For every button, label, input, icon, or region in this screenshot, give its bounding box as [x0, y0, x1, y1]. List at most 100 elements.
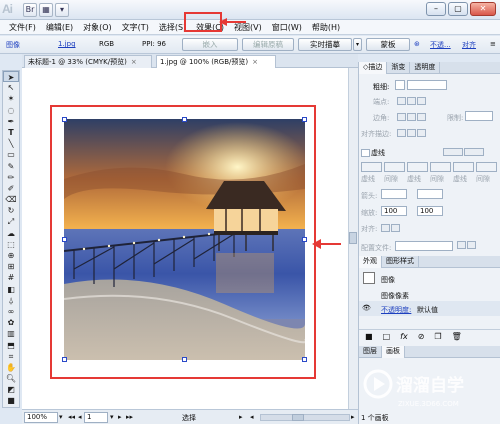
tab-gradient[interactable]: 渐变 [387, 62, 411, 74]
line-tool-icon[interactable]: ╲ [3, 138, 19, 149]
resize-handle[interactable] [302, 357, 307, 362]
resize-handle[interactable] [182, 117, 187, 122]
zoom-tool-icon[interactable]: 🔍︎ [3, 373, 19, 384]
live-trace-button[interactable]: 实时描摹 [298, 38, 352, 51]
scroll-left-icon[interactable]: ◂ [250, 413, 254, 421]
magic-wand-tool-icon[interactable]: ✶ [3, 93, 19, 104]
embed-button[interactable]: 嵌入 [182, 38, 238, 51]
type-tool-icon[interactable]: T [3, 127, 19, 138]
tab-layers[interactable]: 图层 [359, 346, 382, 358]
flip-buttons[interactable] [457, 240, 477, 249]
cap-buttons[interactable] [397, 96, 427, 105]
tab-graphic-styles[interactable]: 图形样式 [382, 256, 419, 268]
lasso-tool-icon[interactable]: ◌ [3, 105, 19, 116]
zoom-field[interactable]: 100% [24, 412, 58, 423]
selection-tool-icon[interactable]: ➤ [3, 71, 19, 83]
tab-stroke[interactable]: ◇描边 [359, 62, 388, 74]
gradient-tool-icon[interactable]: ◧ [3, 284, 19, 295]
rectangle-tool-icon[interactable]: ▭ [3, 149, 19, 160]
end-arrowhead-select[interactable] [417, 189, 443, 199]
mesh-tool-icon[interactable]: # [3, 272, 19, 283]
menu-window[interactable]: 窗口(W) [267, 22, 307, 33]
first-page-icon[interactable]: ◂◂ [68, 413, 75, 421]
rotate-tool-icon[interactable]: ↻ [3, 205, 19, 216]
fx-icon[interactable]: fx [400, 332, 408, 341]
mask-button[interactable]: 蒙板 [366, 38, 410, 51]
tab-1-jpg[interactable]: 1.jpg @ 100% (RGB/预览) × [156, 55, 276, 68]
new-fill-icon[interactable]: □ [383, 332, 391, 341]
resize-handle[interactable] [182, 357, 187, 362]
page-field[interactable]: 1 [84, 412, 108, 423]
minimize-button[interactable]: – [426, 2, 446, 16]
last-page-icon[interactable]: ▸▸ [126, 413, 133, 421]
slice-tool-icon[interactable]: ⌗ [3, 351, 19, 362]
duplicate-icon[interactable]: ❐ [434, 332, 441, 341]
trace-options-dropdown-icon[interactable]: ▾ [353, 38, 362, 51]
blob-brush-tool-icon[interactable]: ✐ [3, 183, 19, 194]
end-scale-field[interactable]: 100 [417, 206, 443, 216]
tab-transparency[interactable]: 透明度 [410, 62, 441, 74]
close-button[interactable]: ✕ [470, 2, 496, 16]
fill-stroke-icon[interactable]: ◩ [3, 384, 19, 395]
edit-original-button[interactable]: 编辑原稿 [242, 38, 294, 51]
new-stroke-icon[interactable]: ■ [365, 332, 373, 341]
menu-edit[interactable]: 编辑(E) [41, 22, 78, 33]
paintbrush-tool-icon[interactable]: ✎ [3, 161, 19, 172]
scrollbar-thumb[interactable] [349, 232, 357, 244]
dash-align-buttons[interactable] [443, 147, 485, 156]
tab-artboards[interactable]: 画板 [382, 346, 405, 358]
menu-type[interactable]: 文字(T) [117, 22, 154, 33]
hand-tool-icon[interactable]: ✋ [3, 362, 19, 373]
limit-field[interactable] [465, 111, 493, 121]
weight-field[interactable] [407, 80, 447, 90]
color-mode-icon[interactable]: ■ [3, 395, 19, 406]
tab-untitled-1[interactable]: 未标题-1 @ 33% (CMYK/预览) × [24, 55, 152, 68]
zoom-dropdown-icon[interactable]: ▾ [59, 413, 63, 421]
resize-handle[interactable] [302, 117, 307, 122]
status-menu-icon[interactable]: ▸ [239, 413, 243, 421]
resize-handle[interactable] [62, 357, 67, 362]
dashed-checkbox-row[interactable]: 虚线 [361, 148, 385, 158]
align-link[interactable]: 对齐 [462, 40, 476, 50]
start-scale-field[interactable]: 100 [381, 206, 407, 216]
shape-builder-tool-icon[interactable]: ⊕ [3, 250, 19, 261]
artboard-tool-icon[interactable]: ⬒ [3, 340, 19, 351]
warp-tool-icon[interactable]: ☁ [3, 228, 19, 239]
arrange-dropdown-icon[interactable]: ▾ [55, 3, 69, 17]
corner-buttons[interactable] [397, 112, 427, 121]
placed-image-sunset-pier[interactable] [64, 119, 305, 360]
tab-appearance[interactable]: 外观 [359, 256, 382, 268]
menu-help[interactable]: 帮助(H) [307, 22, 345, 33]
arrange-documents-icon[interactable]: ▦ [39, 3, 53, 17]
free-transform-tool-icon[interactable]: ⬚ [3, 239, 19, 250]
align-stroke-buttons[interactable] [397, 128, 427, 137]
weight-stepper[interactable] [395, 80, 405, 90]
pen-tool-icon[interactable]: ✒ [3, 116, 19, 127]
bridge-icon[interactable]: Br [23, 3, 37, 17]
delete-icon[interactable]: 🗑︎ [452, 332, 462, 341]
prev-page-icon[interactable]: ◂ [78, 413, 82, 421]
control-bar-menu-icon[interactable]: ≡ [490, 40, 496, 48]
visibility-eye-icon[interactable]: 👁︎ [362, 304, 371, 312]
column-graph-tool-icon[interactable]: ▥ [3, 328, 19, 339]
resize-handle[interactable] [62, 117, 67, 122]
resize-handle[interactable] [62, 237, 67, 242]
next-page-icon[interactable]: ▸ [118, 413, 122, 421]
eyedropper-tool-icon[interactable]: ⍙ [3, 295, 19, 306]
maximize-button[interactable]: ▢ [448, 2, 468, 16]
close-tab-icon[interactable]: × [131, 56, 137, 68]
menu-object[interactable]: 对象(O) [78, 22, 117, 33]
scroll-right-icon[interactable]: ▸ [351, 413, 355, 421]
recolor-icon[interactable]: ⊛ [414, 40, 420, 48]
resize-handle[interactable] [302, 237, 307, 242]
horizontal-scrollbar[interactable] [260, 414, 350, 421]
scale-tool-icon[interactable]: ⤢ [3, 216, 19, 227]
start-arrowhead-select[interactable] [381, 189, 407, 199]
perspective-grid-tool-icon[interactable]: ⊞ [3, 261, 19, 272]
symbol-sprayer-tool-icon[interactable]: ✿ [3, 317, 19, 328]
linked-file-link[interactable]: 1.jpg [58, 40, 76, 48]
pencil-tool-icon[interactable]: ✏ [3, 172, 19, 183]
page-dropdown-icon[interactable]: ▾ [110, 413, 114, 421]
align-arrow-buttons[interactable] [381, 223, 401, 232]
direct-selection-tool-icon[interactable]: ↖ [3, 82, 19, 93]
